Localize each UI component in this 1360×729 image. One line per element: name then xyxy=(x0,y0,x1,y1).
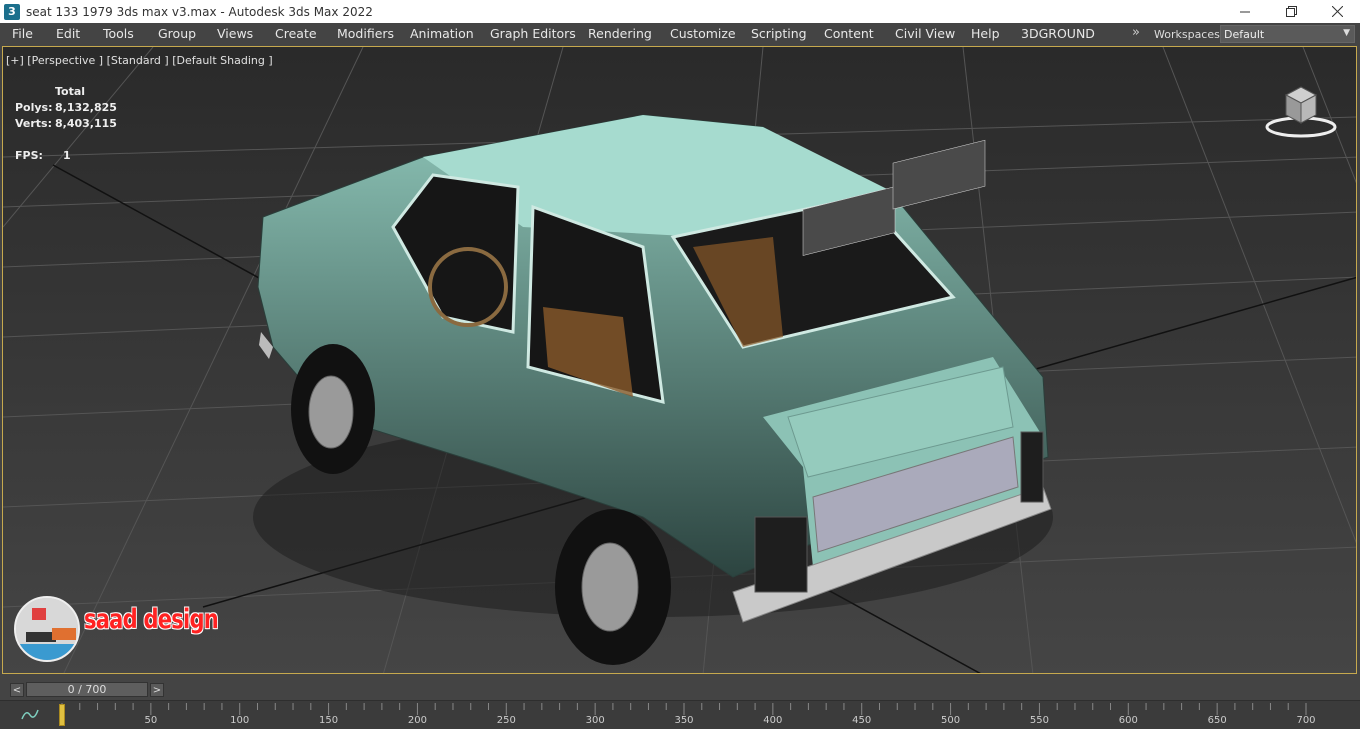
app-icon[interactable]: 3 xyxy=(4,3,20,20)
menu-file[interactable]: File xyxy=(12,26,33,41)
menu-help[interactable]: Help xyxy=(971,26,1000,41)
stats-header: Total xyxy=(55,85,86,98)
frame-ruler: 0501001502002503003504004505005506006507… xyxy=(58,701,1318,729)
menu-views[interactable]: Views xyxy=(217,26,253,41)
menu-create[interactable]: Create xyxy=(275,26,317,41)
ruler-tick-label: 250 xyxy=(496,715,516,726)
ruler-tick-label: 300 xyxy=(585,715,605,726)
viewport-label[interactable]: [+] [Perspective ] [Standard ] [Default … xyxy=(6,54,273,67)
menu-animation[interactable]: Animation xyxy=(410,26,474,41)
ruler-tick-label: 400 xyxy=(763,715,783,726)
close-icon[interactable] xyxy=(1314,0,1360,23)
track-bar[interactable]: 0501001502002503003504004505005506006507… xyxy=(0,700,1360,729)
perspective-viewport[interactable]: [+] [Perspective ] [Standard ] [Default … xyxy=(2,46,1357,674)
menu-group[interactable]: Group xyxy=(158,26,196,41)
fps-value: 1 xyxy=(63,149,71,162)
curve-editor-icon[interactable] xyxy=(20,706,40,722)
menu-scripting[interactable]: Scripting xyxy=(751,26,807,41)
verts-label: Verts: xyxy=(15,117,53,130)
current-frame-marker[interactable] xyxy=(59,704,65,726)
watermark-logo xyxy=(14,596,80,662)
dropdown-arrow-icon: ▼ xyxy=(1343,28,1350,38)
menu-3dground[interactable]: 3DGROUND xyxy=(1021,26,1095,41)
viewcube-icon[interactable] xyxy=(1264,83,1338,142)
ruler-tick-label: 350 xyxy=(674,715,694,726)
menu-rendering[interactable]: Rendering xyxy=(588,26,652,41)
overflow-chevron-icon[interactable]: » xyxy=(1132,25,1140,40)
polys-label: Polys: xyxy=(15,101,53,114)
viewport-scene xyxy=(3,47,1356,673)
ruler-tick-label: 200 xyxy=(407,715,427,726)
title-bar: 3 seat 133 1979 3ds max v3.max - Autodes… xyxy=(0,0,1360,23)
workspace-value: Default xyxy=(1224,27,1265,41)
ruler-tick-label: 500 xyxy=(941,715,961,726)
restore-icon[interactable] xyxy=(1268,0,1314,23)
scene-statistics: Total Polys: 8,132,825 Verts: 8,403,115 FP… xyxy=(15,85,117,165)
time-slider-handle[interactable]: 0 / 700 xyxy=(26,682,148,697)
polys-value: 8,132,825 xyxy=(55,101,117,114)
workspaces-label: Workspaces: xyxy=(1154,28,1224,41)
prev-frame-button[interactable]: < xyxy=(10,683,24,697)
window-controls xyxy=(1222,0,1360,23)
ruler-tick-label: 100 xyxy=(230,715,250,726)
next-frame-button[interactable]: > xyxy=(150,683,164,697)
ruler-tick-label: 50 xyxy=(144,715,158,726)
watermark-text: saad design xyxy=(84,604,219,635)
menu-modifiers[interactable]: Modifiers xyxy=(337,26,394,41)
menu-customize[interactable]: Customize xyxy=(670,26,736,41)
ruler-tick-label: 150 xyxy=(319,715,339,726)
minimize-icon[interactable] xyxy=(1222,0,1268,23)
ruler-tick-label: 700 xyxy=(1296,715,1316,726)
menu-edit[interactable]: Edit xyxy=(56,26,80,41)
menu-civil-view[interactable]: Civil View xyxy=(895,26,955,41)
ruler-tick-label: 600 xyxy=(1118,715,1138,726)
fps-label: FPS: xyxy=(15,149,43,162)
ruler-tick-label: 550 xyxy=(1029,715,1049,726)
window-title: seat 133 1979 3ds max v3.max - Autodesk … xyxy=(26,4,373,19)
ruler-tick-label: 650 xyxy=(1207,715,1227,726)
menu-bar: File Edit Tools Group Views Create Modif… xyxy=(0,23,1360,45)
menu-content[interactable]: Content xyxy=(824,26,874,41)
menu-graph-editors[interactable]: Graph Editors xyxy=(490,26,576,41)
ruler-tick-label: 450 xyxy=(852,715,872,726)
time-slider-panel: < 0 / 700 > 0501001502002503003504004505… xyxy=(0,676,1360,729)
menu-tools[interactable]: Tools xyxy=(103,26,134,41)
verts-value: 8,403,115 xyxy=(55,117,117,130)
workspace-dropdown[interactable]: Default ▼ xyxy=(1220,25,1355,43)
